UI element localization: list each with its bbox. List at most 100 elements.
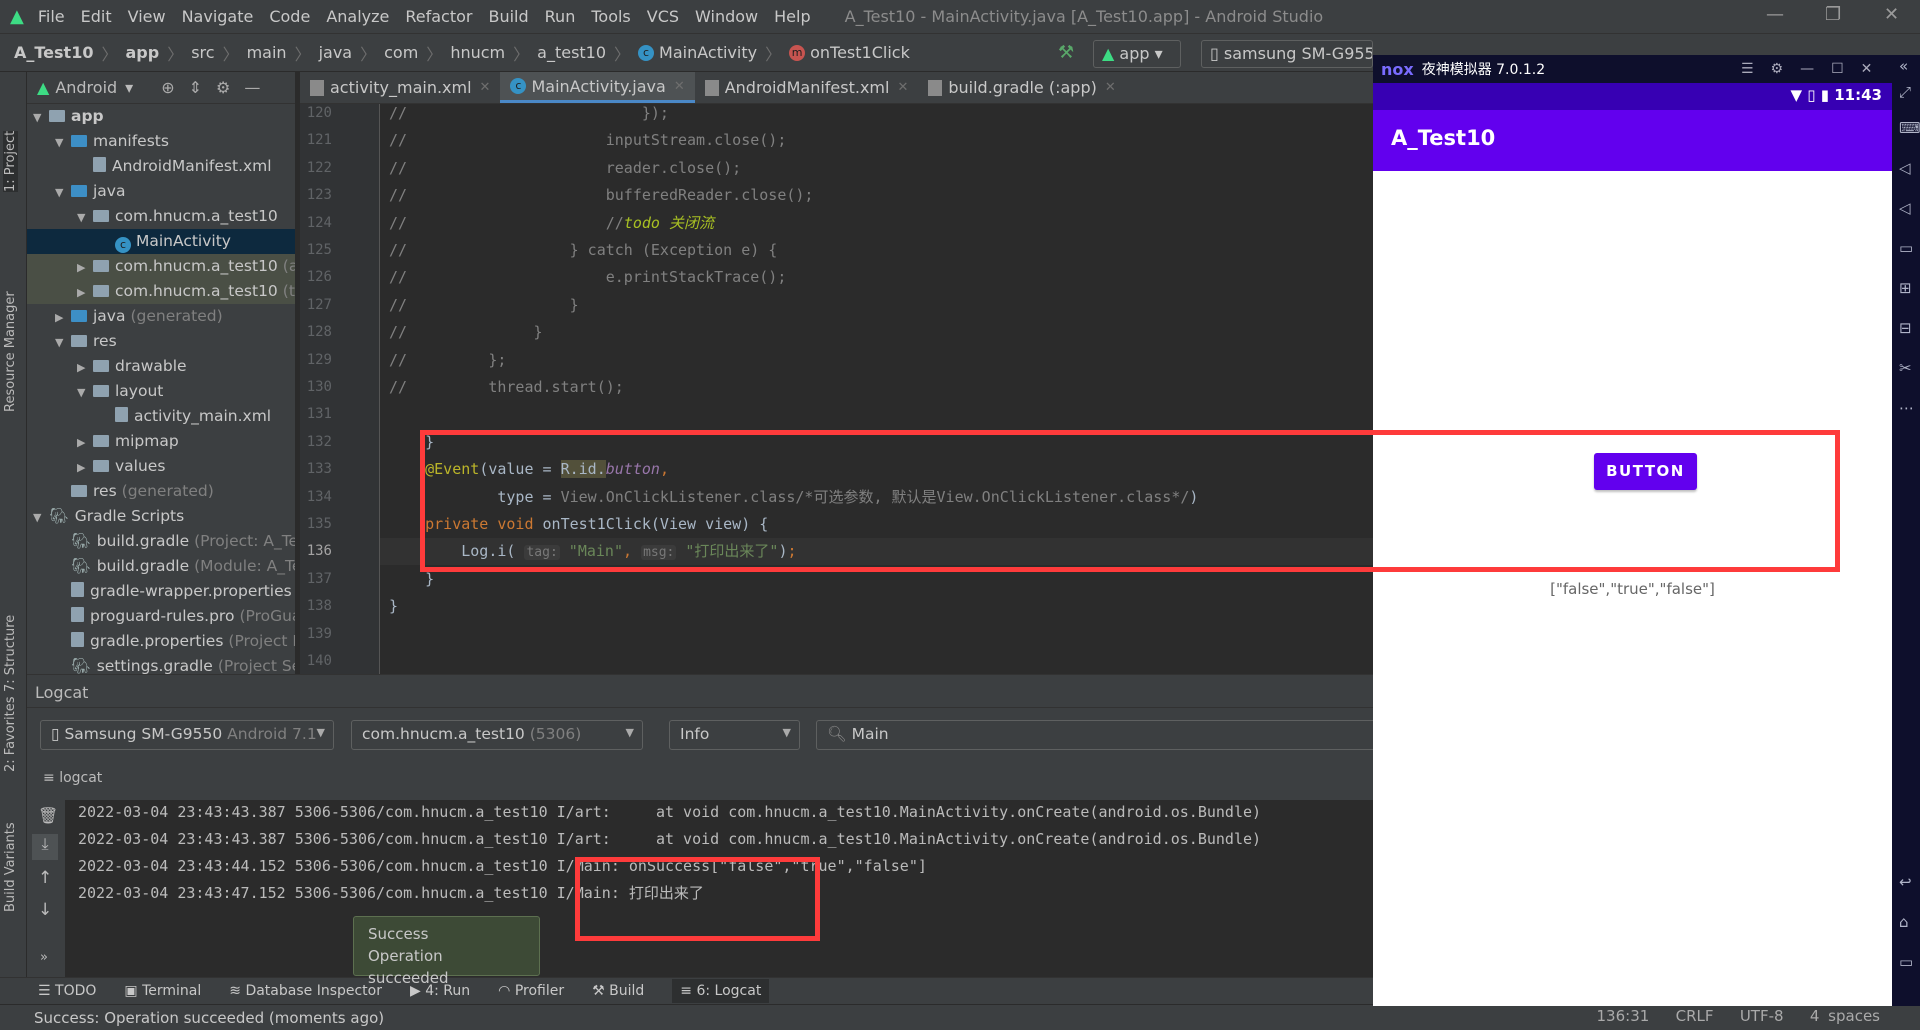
toolbox-icon[interactable]: ⊟ bbox=[1899, 319, 1912, 337]
menu-analyze[interactable]: Analyze bbox=[318, 7, 397, 26]
volume-down-icon[interactable]: ◁ bbox=[1899, 199, 1911, 217]
expand-arrow-icon[interactable]: ▼ bbox=[55, 130, 71, 155]
line-separator[interactable]: CRLF bbox=[1676, 1007, 1714, 1025]
tree-item[interactable]: gradle.properties(Project Properties) bbox=[27, 629, 295, 654]
device-select[interactable]: ▯ samsung SM-G9550 bbox=[1201, 40, 1373, 68]
tree-item[interactable]: ▶ com.hnucm.a_test10 (test) bbox=[27, 279, 295, 304]
logcat-device-select[interactable]: ▯ Samsung SM-G9550 Android 7.1 ▼ bbox=[40, 720, 334, 750]
close-tab-icon[interactable]: ✕ bbox=[674, 79, 685, 94]
breadcrumb-item[interactable]: com bbox=[384, 43, 418, 62]
tree-item[interactable]: ▶ mipmap bbox=[27, 429, 295, 454]
menu-help[interactable]: Help bbox=[766, 7, 818, 26]
project-tool-icons[interactable]: ⊕⇕⚙— bbox=[161, 78, 274, 97]
expand-arrow-icon[interactable]: ▶ bbox=[77, 430, 93, 455]
log-level-select[interactable]: Info ▼ bbox=[669, 720, 800, 750]
more-options-icon[interactable]: ⋯ bbox=[1899, 399, 1914, 417]
expand-arrow-icon[interactable]: ▶ bbox=[77, 255, 93, 280]
expand-arrow-icon[interactable]: ▼ bbox=[33, 105, 49, 130]
run-config-select[interactable]: ▲ app ▾ bbox=[1093, 40, 1181, 68]
home-icon[interactable]: ⌂ bbox=[1899, 913, 1909, 931]
tree-item[interactable]: activity_main.xml bbox=[27, 404, 295, 429]
menu-edit[interactable]: Edit bbox=[73, 7, 120, 26]
clear-logcat-icon[interactable]: 🗑︎ bbox=[38, 806, 58, 825]
breadcrumb-item[interactable]: MainActivity bbox=[659, 43, 757, 62]
down-arrow-icon[interactable]: ↓ bbox=[38, 900, 52, 920]
menu-refactor[interactable]: Refactor bbox=[397, 7, 480, 26]
restore-button[interactable]: ❐ bbox=[1825, 4, 1841, 25]
menu-tools[interactable]: Tools bbox=[583, 7, 638, 26]
recents-icon[interactable]: ▭ bbox=[1899, 953, 1913, 971]
tab-build[interactable]: build.gradle (:app) ✕ bbox=[918, 72, 1125, 103]
breadcrumb-item[interactable]: java bbox=[319, 43, 353, 62]
tree-item[interactable]: ▼ 🐘︎ Gradle Scripts bbox=[27, 504, 295, 529]
tree-item[interactable]: gradle-wrapper.properties bbox=[27, 579, 295, 604]
tab-androidmanifest[interactable]: AndroidManifest.xml ✕ bbox=[695, 72, 919, 103]
close-tab-icon[interactable]: ✕ bbox=[897, 80, 908, 95]
tree-item[interactable]: ▼ com.hnucm.a_test10 bbox=[27, 204, 295, 229]
collapse-icon[interactable]: « bbox=[1899, 57, 1908, 75]
breadcrumb-item[interactable]: a_test10 bbox=[537, 43, 606, 62]
logcat-search-input[interactable]: 🔍︎ Main bbox=[816, 720, 1416, 750]
tool-window--project[interactable]: 1: Project bbox=[3, 130, 18, 192]
scroll-to-end-icon[interactable]: ⤓ bbox=[32, 834, 58, 860]
tree-item[interactable]: 🐘︎ build.gradle(Module: A_Test10.app) bbox=[27, 554, 295, 579]
menu-build[interactable]: Build bbox=[480, 7, 536, 26]
bottom-tab-database-inspector[interactable]: ≋ Database Inspector bbox=[229, 983, 382, 999]
bottom-tab-terminal[interactable]: ▣ Terminal bbox=[124, 983, 201, 999]
tree-item[interactable]: proguard-rules.pro(ProGuard Rules) bbox=[27, 604, 295, 629]
close-tab-icon[interactable]: ✕ bbox=[480, 80, 491, 95]
menu-window[interactable]: Window bbox=[687, 7, 766, 26]
tree-item[interactable]: ▼ manifests bbox=[27, 129, 295, 154]
expand-arrow-icon[interactable]: ▼ bbox=[55, 330, 71, 355]
up-arrow-icon[interactable]: ↑ bbox=[38, 868, 52, 888]
tree-item[interactable]: ▼ app bbox=[27, 104, 295, 129]
tree-item[interactable]: ▶ com.hnucm.a_test10 (androidTest) bbox=[27, 254, 295, 279]
tool-window--structure[interactable]: 7: Structure bbox=[3, 615, 18, 692]
close-tab-icon[interactable]: ✕ bbox=[1105, 80, 1116, 95]
breadcrumb-item[interactable]: app bbox=[125, 43, 159, 62]
breadcrumb-item[interactable]: main bbox=[247, 43, 287, 62]
bottom-tab-todo[interactable]: ☰ TODO bbox=[38, 983, 96, 999]
breadcrumb-item[interactable]: onTest1Click bbox=[810, 43, 910, 62]
tree-item[interactable]: 🐘︎ settings.gradle(Project Settings) bbox=[27, 654, 295, 676]
tab-mainactivity[interactable]: c MainActivity.java ✕ bbox=[500, 72, 695, 103]
tree-item[interactable]: ▼ layout bbox=[27, 379, 295, 404]
build-hammer-icon[interactable]: ⚒ bbox=[1058, 42, 1074, 63]
menu-vcs[interactable]: VCS bbox=[639, 7, 687, 26]
expand-arrow-icon[interactable]: ▶ bbox=[77, 280, 93, 305]
menu-view[interactable]: View bbox=[120, 7, 174, 26]
more-icon[interactable]: » bbox=[40, 950, 48, 965]
tree-item[interactable]: ▼ res bbox=[27, 329, 295, 354]
apk-install-icon[interactable]: ⊞ bbox=[1899, 279, 1912, 297]
indent-setting[interactable]: 4 spaces bbox=[1810, 1007, 1880, 1025]
tool-window-build-variants[interactable]: Build Variants bbox=[3, 822, 18, 912]
tree-item[interactable]: ▶ java (generated) bbox=[27, 304, 295, 329]
keyboard-icon[interactable]: ⌨ bbox=[1899, 119, 1920, 137]
minimize-button[interactable]: — bbox=[1766, 4, 1784, 25]
bottom-tab-logcat[interactable]: ≡ 6: Logcat bbox=[672, 979, 770, 1003]
back-icon[interactable]: ↩ bbox=[1899, 873, 1912, 891]
screen-icon[interactable]: ▭ bbox=[1899, 239, 1913, 257]
logcat-process-select[interactable]: com.hnucm.a_test10 (5306) ▼ bbox=[351, 720, 643, 750]
expand-arrow-icon[interactable]: ▶ bbox=[77, 355, 93, 380]
menu-file[interactable]: File bbox=[30, 7, 73, 26]
file-encoding[interactable]: UTF-8 bbox=[1740, 1007, 1784, 1025]
tree-item[interactable]: res (generated) bbox=[27, 479, 295, 504]
expand-arrow-icon[interactable]: ▶ bbox=[77, 455, 93, 480]
breadcrumb-item[interactable]: A_Test10 bbox=[14, 43, 93, 62]
tool-window--favorites[interactable]: 2: Favorites bbox=[3, 696, 18, 772]
menu-code[interactable]: Code bbox=[261, 7, 318, 26]
bottom-tab-build[interactable]: ⚒ Build bbox=[592, 983, 644, 999]
fullscreen-icon[interactable]: ⤢ bbox=[1899, 83, 1911, 101]
tab-activity_main[interactable]: activity_main.xml ✕ bbox=[300, 72, 500, 103]
project-view-select[interactable]: Android bbox=[55, 78, 117, 97]
expand-arrow-icon[interactable]: ▼ bbox=[77, 205, 93, 230]
tree-item[interactable]: AndroidManifest.xml bbox=[27, 154, 295, 179]
tree-item[interactable]: ▼ java bbox=[27, 179, 295, 204]
tree-item[interactable]: ▶ values bbox=[27, 454, 295, 479]
code-editor[interactable]: // }); // inputStream.close(); // reader.c… bbox=[380, 104, 1373, 674]
emulator-window-controls[interactable]: ☰⚙—☐✕ bbox=[1741, 61, 1889, 77]
breadcrumb-item[interactable]: src bbox=[191, 43, 214, 62]
screenshot-scissors-icon[interactable]: ✂ bbox=[1899, 359, 1912, 377]
app-button[interactable]: BUTTON bbox=[1594, 453, 1697, 490]
